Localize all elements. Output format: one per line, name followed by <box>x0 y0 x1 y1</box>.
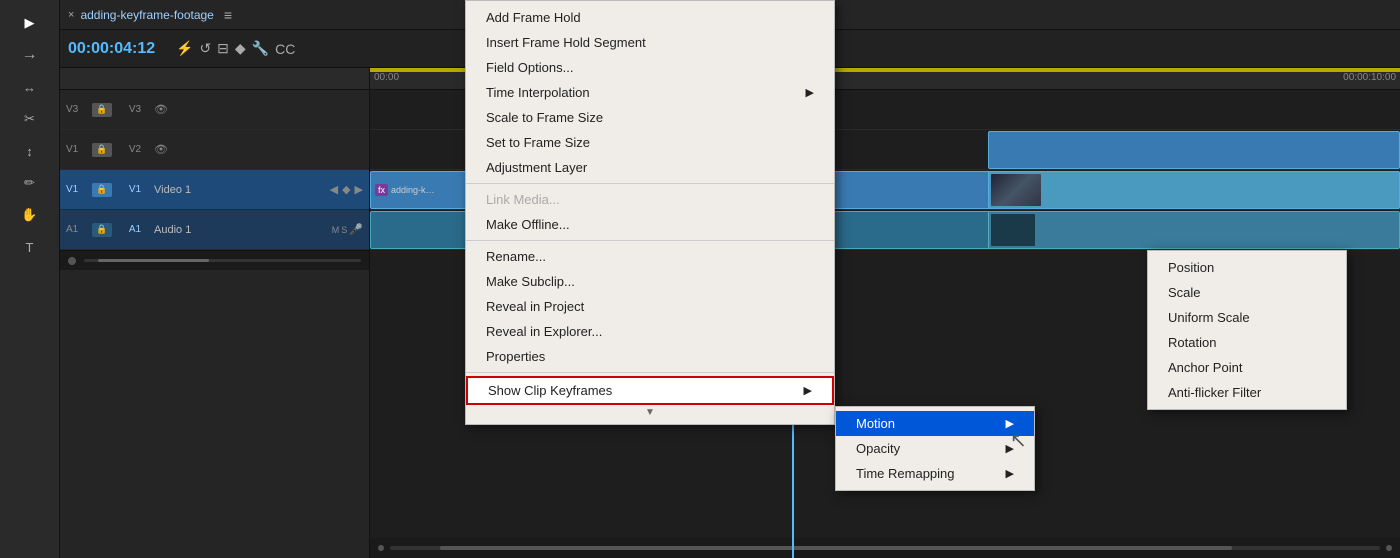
clip-v1-thumb <box>988 171 1400 209</box>
show-clip-keyframes-arrow: ▶ <box>804 384 812 397</box>
select-tool[interactable]: ▶ <box>12 8 48 38</box>
sep-2 <box>466 240 834 241</box>
menu-make-offline[interactable]: Make Offline... <box>466 212 834 237</box>
track-v2-eye[interactable]: 👁 <box>154 143 168 156</box>
timecode-display[interactable]: 00:00:04:12 <box>68 40 168 58</box>
menu-time-interpolation[interactable]: Time Interpolation ▶ <box>466 80 834 105</box>
submenu-time-remapping[interactable]: Time Remapping ▶ <box>836 461 1034 486</box>
motion-uniform-scale[interactable]: Uniform Scale <box>1148 305 1346 330</box>
tool-panel: ▶ → ↔ ✂ ↕ ✏ ✋ T <box>0 0 60 558</box>
motion-submenu: Position Scale Uniform Scale Rotation An… <box>1147 250 1347 410</box>
track-v1-keyframe[interactable]: ◆ <box>342 183 350 196</box>
track-v2-label: V2 <box>120 144 150 155</box>
motion-position[interactable]: Position <box>1148 255 1346 280</box>
keyframes-submenu: Motion ▶ Opacity ▶ Time Remapping ▶ <box>835 406 1035 491</box>
clip-v1-name: adding-k… <box>391 185 435 195</box>
track-headers: V3 🔒 V3 👁 V1 🔒 V2 👁 <box>60 68 370 558</box>
track-a1-outer: A1 <box>66 224 88 235</box>
toolbar-icons: ⚡ ↺ ⊟ ◆ 🔧 CC <box>176 40 295 57</box>
menu-field-options[interactable]: Field Options... <box>466 55 834 80</box>
track-header-a1: A1 🔒 A1 Audio 1 M S 🎤 <box>60 210 369 250</box>
menu-add-frame-hold[interactable]: Add Frame Hold <box>466 5 834 30</box>
app: ▶ → ↔ ✂ ↕ ✏ ✋ T × adding-keyframe-footag… <box>0 0 1400 558</box>
track-header-v3: V3 🔒 V3 👁 <box>60 90 369 130</box>
menu-make-subclip[interactable]: Make Subclip... <box>466 269 834 294</box>
menu-adjustment-layer[interactable]: Adjustment Layer <box>466 155 834 180</box>
slip-tool[interactable]: ↕ <box>12 136 48 166</box>
captions-icon[interactable]: CC <box>275 41 295 57</box>
fx-badge: fx <box>375 184 388 196</box>
track-select-tool[interactable]: → <box>12 40 48 70</box>
track-v1-next[interactable]: ▶ <box>355 183 363 196</box>
motion-anti-flicker[interactable]: Anti-flicker Filter <box>1148 380 1346 405</box>
submenu-motion[interactable]: Motion ▶ <box>836 411 1034 436</box>
track-header-v2: V1 🔒 V2 👁 <box>60 130 369 170</box>
track-v1-name: Video 1 <box>154 184 326 196</box>
scroll-down-icon: ▼ <box>645 407 655 418</box>
pen-tool[interactable]: ✏ <box>12 168 48 198</box>
menu-show-clip-keyframes[interactable]: Show Clip Keyframes ▶ <box>466 376 834 405</box>
track-v1-prev[interactable]: ◀ <box>330 183 338 196</box>
keyframe-icon[interactable]: ◆ <box>235 40 246 57</box>
ripple-tool[interactable]: ↔ <box>12 72 48 102</box>
motion-rotation[interactable]: Rotation <box>1148 330 1346 355</box>
menu-rename[interactable]: Rename... <box>466 244 834 269</box>
markers-icon[interactable]: ⊟ <box>217 40 229 57</box>
razor-tool[interactable]: ✂ <box>12 104 48 134</box>
motion-anchor-point[interactable]: Anchor Point <box>1148 355 1346 380</box>
track-header-v1: V1 🔒 V1 Video 1 ◀ ◆ ▶ <box>60 170 369 210</box>
motion-arrow: ▶ <box>1006 417 1014 430</box>
opacity-arrow: ▶ <box>1006 442 1014 455</box>
text-tool[interactable]: T <box>12 232 48 262</box>
track-v3-eye[interactable]: 👁 <box>154 103 168 116</box>
menu-scroll-down[interactable]: ▼ <box>466 405 834 420</box>
menu-scale-to-frame[interactable]: Scale to Frame Size <box>466 105 834 130</box>
main-context-menu: Add Frame Hold Insert Frame Hold Segment… <box>465 0 835 425</box>
tab-menu-icon[interactable]: ≡ <box>224 7 232 23</box>
time-remapping-arrow: ▶ <box>1006 467 1014 480</box>
track-v2-outer-label: V1 <box>66 144 88 155</box>
menu-link-media: Link Media... <box>466 187 834 212</box>
track-a1-mic[interactable]: 🎤 <box>349 223 363 236</box>
menu-insert-frame-hold[interactable]: Insert Frame Hold Segment <box>466 30 834 55</box>
track-a1-label: A1 <box>120 224 150 235</box>
menu-reveal-project[interactable]: Reveal in Project <box>466 294 834 319</box>
sep-1 <box>466 183 834 184</box>
menu-set-to-frame[interactable]: Set to Frame Size <box>466 130 834 155</box>
menu-properties[interactable]: Properties <box>466 344 834 369</box>
track-v3-label: V3 <box>66 104 88 115</box>
menu-reveal-explorer[interactable]: Reveal in Explorer... <box>466 319 834 344</box>
tab-close-btn[interactable]: × <box>68 9 74 21</box>
loop-icon[interactable]: ↺ <box>199 40 211 57</box>
track-a1-solo[interactable]: S <box>341 225 347 235</box>
tab-title: adding-keyframe-footage <box>80 8 213 22</box>
clip-v2[interactable] <box>988 131 1400 169</box>
settings-icon[interactable]: 🔧 <box>252 40 269 57</box>
track-a1-mute[interactable]: M <box>332 225 340 235</box>
track-v1-label: V1 <box>120 184 150 195</box>
motion-scale[interactable]: Scale <box>1148 280 1346 305</box>
hand-tool[interactable]: ✋ <box>12 200 48 230</box>
ruler-time-end: 00:00:10:00 <box>1343 72 1396 83</box>
track-v3-type: V3 <box>120 104 150 115</box>
time-interpolation-arrow: ▶ <box>806 86 814 99</box>
track-v1-outer: V1 <box>66 184 88 195</box>
snap-icon[interactable]: ⚡ <box>176 40 193 57</box>
sep-3 <box>466 372 834 373</box>
submenu-opacity[interactable]: Opacity ▶ <box>836 436 1034 461</box>
track-a1-name: Audio 1 <box>154 224 328 236</box>
ruler-time-start: 00:00 <box>374 72 399 83</box>
